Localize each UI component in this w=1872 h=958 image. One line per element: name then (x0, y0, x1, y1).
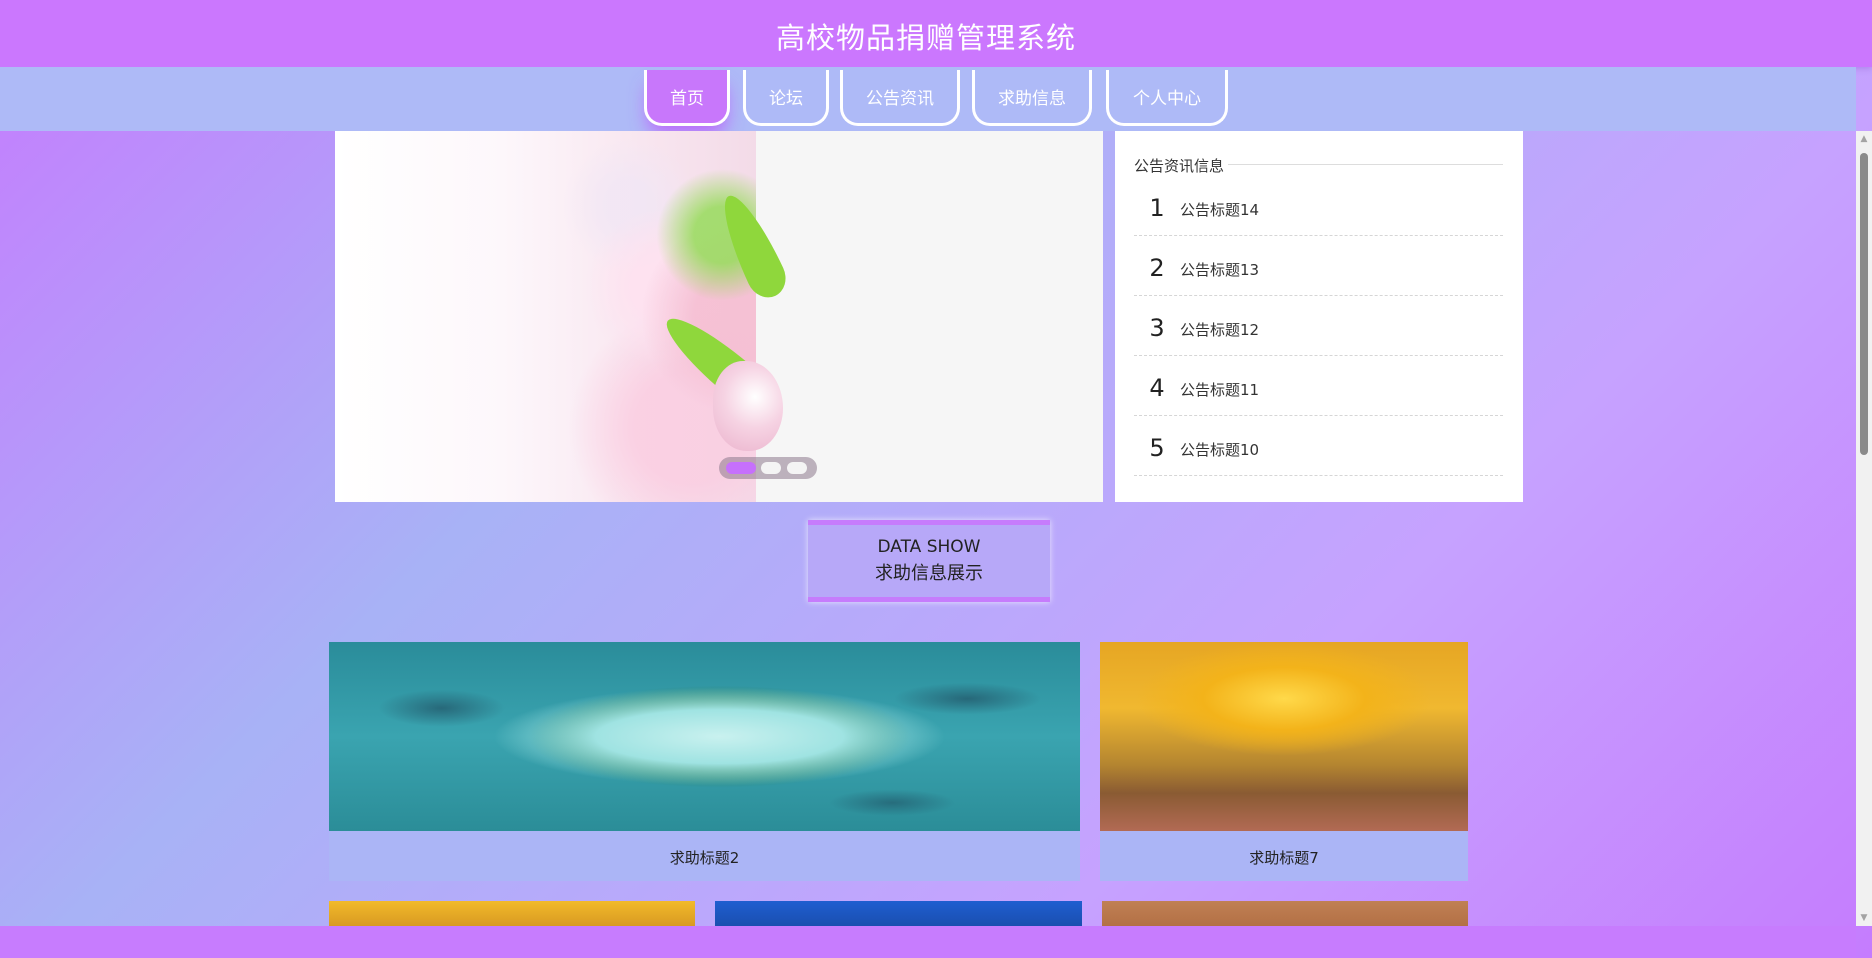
nav-item-announcements[interactable]: 公告资讯 (840, 70, 960, 126)
carousel-dot-3[interactable] (787, 462, 807, 474)
notice-link[interactable]: 公告标题11 (1180, 379, 1259, 400)
notice-item[interactable]: 4 公告标题11 (1134, 357, 1503, 416)
section-heading-zh: 求助信息展示 (875, 563, 983, 584)
carousel-dot-2[interactable] (761, 462, 781, 474)
nav-item-home[interactable]: 首页 (644, 70, 730, 126)
card-image-blue-sky (715, 901, 1082, 926)
scroll-up-icon[interactable]: ▲ (1856, 131, 1872, 147)
help-card[interactable] (329, 901, 695, 926)
site-header: 高校物品捐赠管理系统 (0, 0, 1872, 67)
nav-item-help-requests[interactable]: 求助信息 (972, 70, 1092, 126)
site-title: 高校物品捐赠管理系统 (775, 21, 1076, 55)
notice-number: 1 (1149, 194, 1165, 222)
notice-number: 5 (1149, 434, 1165, 462)
card-image-autumn-trees (329, 901, 695, 926)
notice-link[interactable]: 公告标题13 (1180, 259, 1259, 280)
banner-carousel[interactable] (335, 131, 1103, 502)
help-card[interactable]: 求助标题2 (329, 642, 1080, 881)
help-card[interactable]: 求助标题7 (1100, 642, 1468, 881)
carousel-dot-1[interactable] (726, 462, 756, 474)
banner-image (335, 131, 793, 502)
carousel-dots (719, 457, 817, 479)
card-title: 求助标题7 (1249, 849, 1319, 867)
card-title: 求助标题2 (669, 849, 740, 867)
section-heading: DATA SHOW 求助信息展示 (808, 520, 1050, 602)
card-image-desert (1102, 901, 1468, 926)
notice-number: 2 (1149, 254, 1165, 282)
flower-shape (713, 361, 783, 451)
nav-item-forum[interactable]: 论坛 (743, 70, 829, 126)
notice-link[interactable]: 公告标题12 (1180, 319, 1259, 340)
card-image-heart-island (329, 642, 1080, 831)
scroll-thumb[interactable] (1860, 153, 1868, 455)
help-card[interactable] (1102, 901, 1468, 926)
card-image-autumn-trees (1100, 642, 1468, 831)
notice-item[interactable]: 2 公告标题13 (1134, 237, 1503, 296)
notice-item[interactable]: 1 公告标题14 (1134, 177, 1503, 236)
nav-item-personal-center[interactable]: 个人中心 (1106, 70, 1228, 126)
leaf-shape (711, 188, 793, 304)
section-heading-en: DATA SHOW (877, 537, 981, 557)
notice-title: 公告资讯信息 (1134, 155, 1229, 176)
footer-bar (0, 926, 1856, 958)
scroll-down-icon[interactable]: ▼ (1856, 910, 1872, 926)
notice-number: 4 (1149, 374, 1165, 402)
notice-item[interactable]: 3 公告标题12 (1134, 297, 1503, 356)
help-card[interactable] (715, 901, 1082, 926)
notice-link[interactable]: 公告标题10 (1180, 439, 1259, 460)
notice-panel: 公告资讯信息 1 公告标题14 2 公告标题13 3 公告标题12 4 公告标题… (1115, 131, 1523, 502)
page-scrollbar[interactable]: ▲ ▼ (1856, 131, 1872, 926)
notice-link[interactable]: 公告标题14 (1180, 199, 1259, 220)
notice-item[interactable]: 5 公告标题10 (1134, 417, 1503, 476)
notice-number: 3 (1149, 314, 1165, 342)
